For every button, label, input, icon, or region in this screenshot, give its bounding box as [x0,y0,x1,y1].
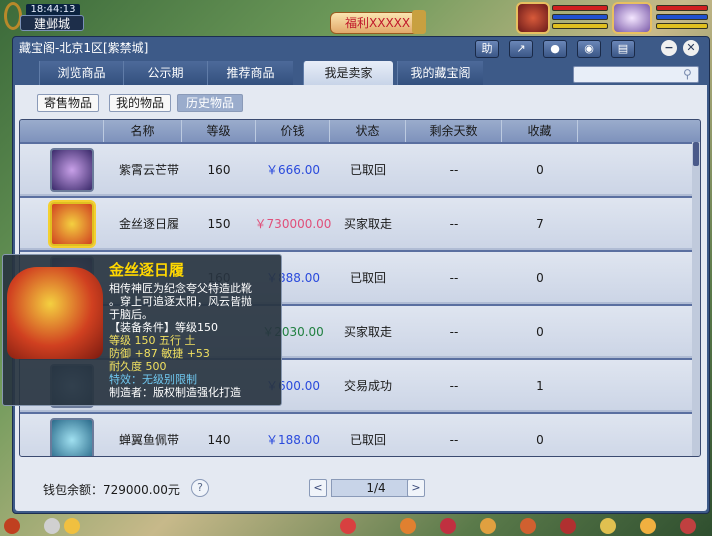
belt-item-icon[interactable] [50,418,94,456]
boots-item-icon[interactable] [50,202,94,246]
top-hud: 18:44:13 建邺城 福利XXXXX [0,0,712,34]
shortcut-icon[interactable] [440,518,456,534]
help-icon[interactable]: ? [191,479,209,497]
subtab-my-items[interactable]: 我的物品 [109,94,171,112]
emoji-icon[interactable] [64,518,80,534]
shortcut-icon[interactable] [480,518,496,534]
bottom-hud [0,514,712,536]
table-row[interactable]: 紫霄云芒带 160 ￥666.00 已取回 -- 0 [20,144,694,196]
anger-bar [552,23,608,29]
subtab-consign[interactable]: 寄售物品 [37,94,99,112]
shortcut-icon[interactable] [600,518,616,534]
item-tooltip: 金丝逐日履 相传神匠为纪念夸父特造此靴 。穿上可追逐太阳，风云皆抛 于脑后。 【… [2,254,282,406]
col-level: 等级 [182,120,256,142]
boots-icon [7,267,103,359]
help-button[interactable]: 助 [475,40,499,58]
col-days: 剩余天数 [406,120,502,142]
prev-page-button[interactable]: < [309,479,327,497]
table-row[interactable]: 金丝逐日履 150 ￥730000.00 买家取走 -- 7 [20,198,694,250]
col-fav: 收藏 [502,120,578,142]
mp-bar [552,14,608,20]
tab-browse[interactable]: 浏览商品 [39,61,123,85]
tab-recommended[interactable]: 推荐商品 [207,61,293,85]
shortcut-icon[interactable] [640,518,656,534]
tab-my-pavilion[interactable]: 我的藏宝阁 [397,61,483,85]
table-scrollbar[interactable] [692,142,700,456]
close-icon[interactable]: ✕ [683,40,699,56]
window-title: 藏宝阁-北京1区[紫禁城] [19,41,149,55]
tooltip-title: 金丝逐日履 [109,261,185,279]
col-price: 价钱 [256,120,330,142]
shortcut-icon[interactable] [340,518,356,534]
hp-bar [552,5,608,11]
city-name: 建邺城 [20,15,84,31]
search-icon[interactable]: ⚲ [683,68,696,81]
tab-seller[interactable]: 我是卖家 [303,61,393,85]
belt-item-icon[interactable] [50,148,94,192]
scroll-thumb[interactable] [693,142,699,166]
cart-icon[interactable]: ▤ [611,40,635,58]
channel-icon[interactable] [4,518,20,534]
chat-icon[interactable]: ◉ [577,40,601,58]
col-name: 名称 [104,120,182,142]
pin-icon[interactable]: ↗ [509,40,533,58]
shortcut-icon[interactable] [520,518,536,534]
pet-exp-bar [656,23,708,29]
footer: 钱包余额：729000.00元 ? < 1/4 > [15,463,707,509]
shortcut-icon[interactable] [680,518,696,534]
settings-icon[interactable]: ● [543,40,567,58]
subtab-history[interactable]: 历史物品 [177,94,243,112]
pet-mp-bar [656,14,708,20]
col-status: 状态 [330,120,406,142]
welfare-gem-icon [412,10,426,34]
shortcut-icon[interactable] [400,518,416,534]
mic-icon[interactable] [44,518,60,534]
wallet-balance: 钱包余额：729000.00元 [43,483,180,497]
shortcut-icon[interactable] [560,518,576,534]
table-row[interactable]: 蝉翼鱼佩带 140 ￥188.00 已取回 -- 0 [20,414,694,456]
character-portrait[interactable] [516,2,550,34]
pet-hp-bar [656,5,708,11]
search-input[interactable]: ⚲ [573,66,699,83]
pet-portrait[interactable] [612,2,652,34]
next-page-button[interactable]: > [407,479,425,497]
tab-public[interactable]: 公示期 [123,61,207,85]
welfare-button[interactable]: 福利XXXXX [330,12,424,34]
table-header: 名称 等级 价钱 状态 剩余天数 收藏 [20,120,700,142]
minimize-icon[interactable]: − [661,40,677,56]
